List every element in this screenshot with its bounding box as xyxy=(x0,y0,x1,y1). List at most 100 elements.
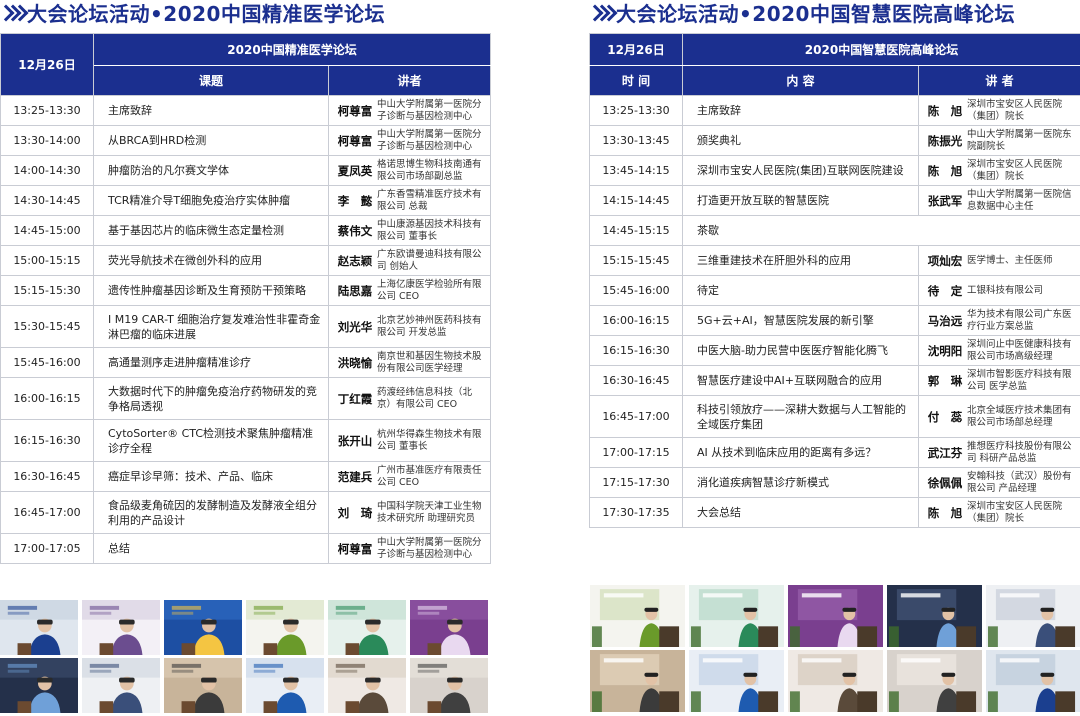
speaker-photo xyxy=(246,658,324,713)
session-topic: AI 从技术到临床应用的距离有多远？ xyxy=(682,437,919,468)
session-speaker: 夏凤英 格诺思博生物科技南通有限公司市场部副总监 xyxy=(328,155,491,186)
schedule-row: 17:15-17:30 消化道疾病智慧诊疗新模式 徐佩佩 安翰科技（武汉）股份有限公司… xyxy=(589,467,1080,498)
speaker-photo xyxy=(164,600,242,655)
session-time: 14:00-14:30 xyxy=(0,155,94,186)
stage-photo xyxy=(590,650,685,712)
session-topic: 大数据时代下的肿瘤免疫治疗药物研发的竞争格局透视 xyxy=(93,377,329,420)
schedule-row: 16:00-16:15 5G+云+AI，智慧医院发展的新引擎 马治远 华为技术有限公司… xyxy=(589,305,1080,336)
session-topic: 三维重建技术在肝胆外科的应用 xyxy=(682,245,919,276)
speaker-affiliation: 深圳市宝安区人民医院（集团）院长 xyxy=(967,500,1063,524)
schedule-row: 15:00-15:15 荧光导航技术在微创外科的应用 赵志颖 广东欧谱曼迪科技有限公司… xyxy=(0,245,491,276)
session-speaker: 沈明阳 深圳问止中医健康科技有限公司市场高级经理 xyxy=(918,335,1080,366)
session-speaker: 待 定工银科技有限公司 xyxy=(918,275,1080,306)
speaker-column-header: 讲 者 xyxy=(918,65,1080,96)
speaker-name: 陈 旭 xyxy=(927,505,963,520)
session-topic: TCR精准介导T细胞免疫治疗实体肿瘤 xyxy=(93,185,329,216)
session-topic: 荧光导航技术在微创外科的应用 xyxy=(93,245,329,276)
speaker-affiliation: 工银科技有限公司 xyxy=(967,284,1044,296)
session-time: 15:15-15:30 xyxy=(0,275,94,306)
schedule-row: 16:45-17:00 科技引领放疗——深耕大数据与人工智能的全域医疗集团付 蕊北… xyxy=(589,395,1080,438)
speaker-name: 沈明阳 xyxy=(927,343,963,358)
stage-photo xyxy=(887,650,982,712)
speaker-name: 武江芬 xyxy=(927,445,963,460)
session-topic: 大会总结 xyxy=(682,497,919,528)
session-speaker: 蔡伟文 中山康源基因技术科技有限公司 董事长 xyxy=(328,215,491,246)
stage-photo xyxy=(887,585,982,647)
speaker-affiliation: 深圳市宝安区人民医院（集团）院长 xyxy=(967,158,1063,182)
schedule-row: 15:45-16:00 高通量测序走进肿瘤精准诊疗 洪晓愉 南京世和基因生物技术股份有… xyxy=(0,347,491,378)
session-speaker: 陈 旭深圳市宝安区人民医院（集团）院长 xyxy=(918,155,1080,186)
schedule-row: 13:30-13:45 颁奖典礼 陈振光 中山大学附属第一医院东院副院长 xyxy=(589,125,1080,156)
schedule-row: 13:25-13:30 主席致辞陈 旭深圳市宝安区人民医院（集团）院长 xyxy=(589,95,1080,126)
time-column-header: 时 间 xyxy=(589,65,683,96)
speaker-affiliation: 中山大学附属第一医院分子诊断与基因检测中心 xyxy=(377,536,482,560)
section-title-smart-hospital: 大会论坛活动•2020中国智慧医院高峰论坛 xyxy=(589,0,1015,26)
speaker-photo xyxy=(246,600,324,655)
session-time: 16:30-16:45 xyxy=(589,365,683,396)
schedule-row: 14:45-15:15 茶歇 xyxy=(589,215,1080,246)
speaker-affiliation: 药渡经纬信息科技（北京）有限公司 CEO xyxy=(377,386,473,410)
speaker-name: 李 懿 xyxy=(337,193,373,208)
date-header: 12月26日 xyxy=(589,33,683,66)
speaker-name: 付 蕊 xyxy=(927,409,963,424)
session-topic: 高通量测序走进肿瘤精准诊疗 xyxy=(93,347,329,378)
stage-photo xyxy=(689,585,784,647)
session-topic: 总结 xyxy=(93,533,329,564)
session-time: 16:15-16:30 xyxy=(0,419,94,462)
speaker-photo xyxy=(410,600,488,655)
session-topic: 5G+云+AI，智慧医院发展的新引擎 xyxy=(682,305,919,336)
schedule-row: 13:25-13:30 主席致辞 柯尊富 中山大学附属第一医院分子诊断与基因检测中心 xyxy=(0,95,491,126)
session-time: 14:30-14:45 xyxy=(0,185,94,216)
session-speaker: 丁红霞 药渡经纬信息科技（北京）有限公司 CEO xyxy=(328,377,491,420)
speaker-affiliation: 南京世和基因生物技术股份有限公司医学经理 xyxy=(377,350,482,374)
speaker-photo xyxy=(82,600,160,655)
session-time: 16:15-16:30 xyxy=(589,335,683,366)
speaker-name: 陈 旭 xyxy=(927,103,963,118)
session-time: 13:45-14:15 xyxy=(589,155,683,186)
speaker-affiliation: 中山大学附属第一医院分子诊断与基因检测中心 xyxy=(377,128,482,152)
session-topic: 科技引领放疗——深耕大数据与人工智能的全域医疗集团 xyxy=(682,395,919,438)
speaker-affiliation: 推想医疗科技股份有限公司 科研产品总监 xyxy=(967,440,1072,464)
session-time: 15:45-16:00 xyxy=(0,347,94,378)
stage-photo xyxy=(986,585,1080,647)
speaker-photo xyxy=(328,600,406,655)
session-time: 17:15-17:30 xyxy=(589,467,683,498)
session-speaker: 柯尊富 中山大学附属第一医院分子诊断与基因检测中心 xyxy=(328,125,491,156)
session-time: 16:00-16:15 xyxy=(589,305,683,336)
schedule-row: 15:30-15:45 I M19 CAR-T 细胞治疗复发难治性非霍奇金淋巴瘤的… xyxy=(0,305,491,348)
session-speaker: 武江芬 推想医疗科技股份有限公司 科研产品总监 xyxy=(918,437,1080,468)
schedule-row: 17:00-17:05 总结 柯尊富 中山大学附属第一医院分子诊断与基因检测中心 xyxy=(0,533,491,564)
session-topic: 从BRCA到HRD检测 xyxy=(93,125,329,156)
speaker-affiliation: 中山康源基因技术科技有限公司 董事长 xyxy=(377,218,482,242)
speaker-affiliation: 医学博士、主任医师 xyxy=(967,254,1053,266)
speaker-affiliation: 杭州华得森生物技术有限公司 董事长 xyxy=(377,428,482,452)
topic-column-header: 课题 xyxy=(93,65,329,96)
session-time: 15:15-15:45 xyxy=(589,245,683,276)
session-time: 15:45-16:00 xyxy=(589,275,683,306)
session-topic: 打造更开放互联的智慧医院 xyxy=(682,185,919,216)
speaker-photo xyxy=(0,658,78,713)
session-speaker: 柯尊富 中山大学附属第一医院分子诊断与基因检测中心 xyxy=(328,533,491,564)
speaker-name: 柯尊富 xyxy=(337,103,373,118)
speaker-name: 项灿宏 xyxy=(927,253,963,268)
content-column-header: 内 容 xyxy=(682,65,919,96)
date-header: 12月26日 xyxy=(0,33,94,96)
speaker-name: 马治远 xyxy=(927,313,963,328)
speaker-name: 刘光华 xyxy=(337,319,373,334)
session-topic: 消化道疾病智慧诊疗新模式 xyxy=(682,467,919,498)
schedule-row: 15:15-15:30 遗传性肿瘤基因诊断及生育预防干预策略 陆思嘉 上海亿康医学检验… xyxy=(0,275,491,306)
schedule-row: 14:45-15:00 基于基因芯片的临床微生态定量检测 蔡伟文 中山康源基因技术科技… xyxy=(0,215,491,246)
session-topic: 中医大脑-助力民营中医医疗智能化腾飞 xyxy=(682,335,919,366)
session-time: 14:15-14:45 xyxy=(589,185,683,216)
session-topic: 癌症早诊早筛：技术、产品、临床 xyxy=(93,461,329,492)
speaker-affiliation: 格诺思博生物科技南通有限公司市场部副总监 xyxy=(377,158,482,182)
speaker-name: 陈振光 xyxy=(927,133,963,148)
session-time: 13:30-14:00 xyxy=(0,125,94,156)
speaker-affiliation: 广州市基准医疗有限责任公司 CEO xyxy=(377,464,482,488)
speaker-affiliation: 上海亿康医学检验所有限公司 CEO xyxy=(377,278,482,302)
session-speaker: 刘光华 北京艺妙神州医药科技有限公司 开发总监 xyxy=(328,305,491,348)
session-time: 13:25-13:30 xyxy=(0,95,94,126)
speaker-name: 郭 琳 xyxy=(927,373,963,388)
session-speaker: 陈振光 中山大学附属第一医院东院副院长 xyxy=(918,125,1080,156)
forum-title: 2020中国精准医学论坛 xyxy=(93,33,491,66)
